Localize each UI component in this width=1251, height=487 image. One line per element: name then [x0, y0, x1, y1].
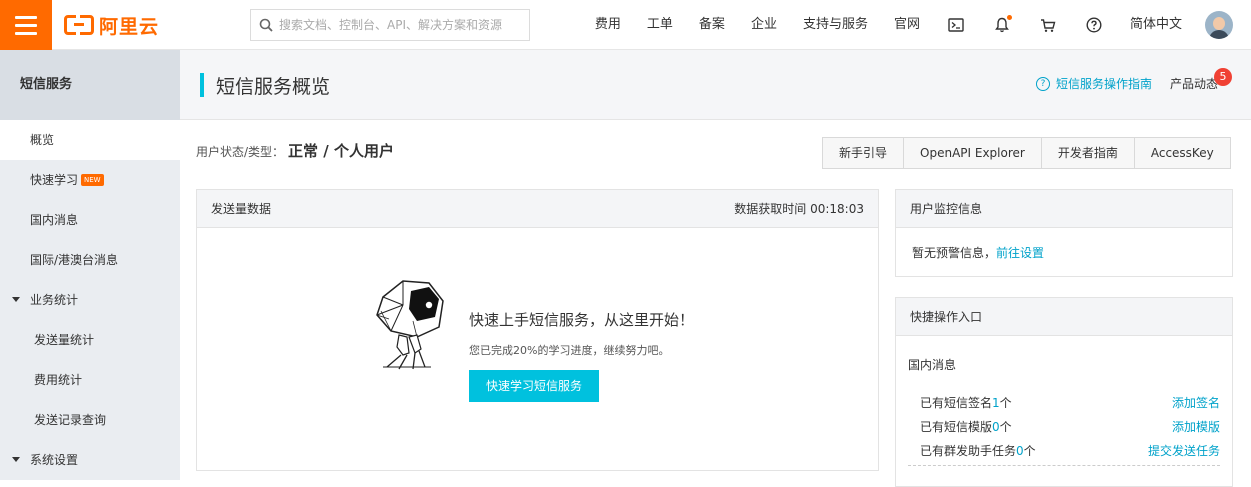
card-title: 快捷操作入口: [910, 310, 983, 324]
search-box[interactable]: [250, 9, 530, 41]
terminal-button[interactable]: [933, 0, 979, 50]
page-header: 短信服务概览 ? 短信服务操作指南 产品动态 5: [180, 50, 1251, 120]
logo-text: 阿里云: [99, 15, 160, 38]
sidebar-item-label: 业务统计: [30, 293, 79, 307]
notification-dot: [1006, 15, 1012, 20]
sidebar-item-send-records[interactable]: 发送记录查询: [0, 400, 180, 440]
quick-learn-sms-button[interactable]: 快速学习短信服务: [469, 370, 599, 402]
question-circle-icon: [1086, 17, 1102, 33]
search-input[interactable]: [279, 18, 519, 32]
sidebar-item-label: 国际/港澳台消息: [30, 253, 119, 267]
sidebar-item-label: 国内消息: [30, 213, 79, 227]
robot-illustration-icon: [376, 280, 444, 370]
sidebar-item-label: 费用统计: [34, 373, 83, 387]
operation-guide-link[interactable]: ? 短信服务操作指南: [1036, 75, 1152, 92]
sidebar-item-quick-learn[interactable]: 快速学习 NEW: [0, 160, 180, 200]
search-icon: [259, 18, 273, 32]
go-settings-link[interactable]: 前往设置: [996, 246, 1044, 260]
sidebar-group-business-stats[interactable]: 业务统计: [0, 280, 180, 320]
user-status: 用户状态/类型： 正常 / 个人用户: [196, 140, 394, 161]
nav-enterprise[interactable]: 企业: [738, 0, 790, 50]
user-status-label: 用户状态/类型：: [196, 145, 285, 159]
notification-button[interactable]: [979, 0, 1025, 50]
sidebar-item-label: 发送量统计: [34, 333, 95, 347]
card-title: 用户监控信息: [910, 202, 983, 216]
caret-down-icon: [12, 457, 20, 462]
new-badge: NEW: [81, 173, 104, 186]
data-fetch-time: 数据获取时间 00:18:03: [734, 202, 864, 216]
sidebar-item-label: 快速学习: [30, 173, 79, 187]
menu-line: [15, 15, 37, 19]
sidebar-item-fee-stats[interactable]: 费用统计: [0, 360, 180, 400]
empty-description: 您已完成20%的学习进度，继续努力吧。: [469, 344, 670, 357]
beginner-guide-button[interactable]: 新手引导: [823, 138, 903, 168]
nav-tickets[interactable]: 工单: [634, 0, 686, 50]
sidebar-item-international[interactable]: 国际/港澳台消息: [0, 240, 180, 280]
nav-fees[interactable]: 费用: [582, 0, 634, 50]
developer-guide-button[interactable]: 开发者指南: [1040, 138, 1134, 168]
item-text: 已有短信签名1个: [920, 396, 1012, 410]
sidebar: 短信服务 概览 快速学习 NEW 国内消息 国际/港澳台消息 业务统计 发送量统计…: [0, 50, 180, 480]
nav-support[interactable]: 支持与服务: [790, 0, 881, 50]
submit-send-task-link[interactable]: 提交发送任务: [1148, 439, 1220, 463]
quick-operations-card: 快捷操作入口 国内消息 已有短信签名1个 添加签名 已有短信模版0个 添加模版 …: [895, 297, 1233, 487]
menu-line: [15, 23, 37, 27]
title-accent-bar: [200, 73, 204, 97]
nav-official-site[interactable]: 官网: [881, 0, 933, 50]
list-item: 已有短信签名1个 添加签名: [896, 391, 1232, 415]
sidebar-item-label: 概览: [30, 133, 55, 147]
sidebar-group-system-settings[interactable]: 系统设置: [0, 440, 180, 480]
terminal-icon: [948, 18, 964, 32]
no-alert-text: 暂无预警信息，: [912, 246, 997, 260]
dashed-divider: [908, 465, 1220, 466]
product-news-count-badge: 5: [1214, 68, 1232, 86]
quick-links-button-group: 新手引导 OpenAPI Explorer 开发者指南 AccessKey: [822, 137, 1231, 169]
sidebar-item-domestic[interactable]: 国内消息: [0, 200, 180, 240]
item-text: 已有群发助手任务0个: [920, 444, 1036, 458]
top-nav: 费用 工单 备案 企业 支持与服务 官网 简体中文: [582, 0, 1251, 50]
send-volume-card: 发送量数据 数据获取时间 00:18:03 快速上手短信服务，从这里开始！ 您已…: [196, 189, 879, 471]
help-button[interactable]: [1071, 0, 1117, 50]
empty-text: 快速上手短信服务，从这里开始！ 您已完成20%的学习进度，继续努力吧。 快速学习…: [469, 275, 694, 402]
quick-list: 已有短信签名1个 添加签名 已有短信模版0个 添加模版 已有群发助手任务0个 提…: [896, 391, 1232, 463]
sidebar-item-label: 系统设置: [30, 453, 79, 467]
card-header: 快捷操作入口: [896, 298, 1232, 336]
product-news-link[interactable]: 产品动态: [1170, 75, 1218, 92]
sidebar-item-overview[interactable]: 概览: [0, 120, 180, 160]
add-signature-link[interactable]: 添加签名: [1172, 391, 1220, 415]
aliyun-logo-icon: [64, 15, 94, 35]
user-status-value: 正常 / 个人用户: [288, 142, 394, 160]
empty-state: 快速上手短信服务，从这里开始！ 您已完成20%的学习进度，继续努力吧。 快速学习…: [373, 275, 694, 402]
sidebar-item-label: 发送记录查询: [34, 413, 107, 427]
language-switch[interactable]: 简体中文: [1117, 0, 1195, 50]
sidebar-item-send-stats[interactable]: 发送量统计: [0, 320, 180, 360]
guide-link-label: 短信服务操作指南: [1056, 77, 1153, 91]
page-title: 短信服务概览: [216, 76, 331, 98]
top-bar: 阿里云 费用 工单 备案 企业 支持与服务 官网: [0, 0, 1251, 50]
empty-title: 快速上手短信服务，从这里开始！: [469, 311, 695, 329]
section-title: 国内消息: [908, 358, 957, 372]
accesskey-button[interactable]: AccessKey: [1133, 138, 1230, 168]
user-avatar[interactable]: [1205, 11, 1233, 39]
add-template-link[interactable]: 添加模版: [1172, 415, 1220, 439]
card-header: 发送量数据 数据获取时间 00:18:03: [197, 190, 878, 228]
item-text: 已有短信模版0个: [920, 420, 1012, 434]
card-header: 用户监控信息: [896, 190, 1232, 228]
cart-icon: [1040, 18, 1056, 32]
caret-down-icon: [12, 297, 20, 302]
sidebar-title: 短信服务: [0, 50, 180, 120]
help-circle-icon: ?: [1036, 76, 1050, 91]
cart-button[interactable]: [1025, 0, 1071, 50]
nav-filing[interactable]: 备案: [686, 0, 738, 50]
menu-line: [15, 31, 37, 35]
user-monitor-card: 用户监控信息 暂无预警信息，前往设置: [895, 189, 1233, 277]
aliyun-logo[interactable]: 阿里云: [64, 13, 160, 38]
list-item: 已有短信模版0个 添加模版: [896, 415, 1232, 439]
list-item: 已有群发助手任务0个 提交发送任务: [896, 439, 1232, 463]
monitor-body: 暂无预警信息，前往设置: [896, 228, 1232, 277]
openapi-explorer-button[interactable]: OpenAPI Explorer: [903, 138, 1041, 168]
card-title: 发送量数据: [211, 202, 272, 216]
hamburger-menu-button[interactable]: [0, 0, 52, 50]
